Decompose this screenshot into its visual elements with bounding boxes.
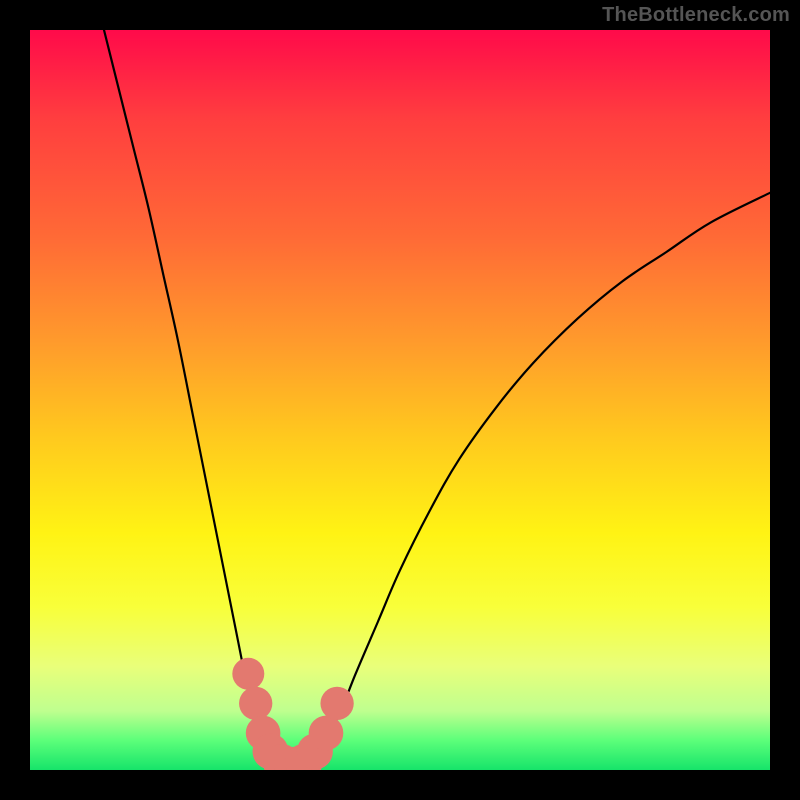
series-right-branch [311,193,770,763]
series-left-branch [104,30,274,763]
chart-svg [30,30,770,770]
marker-layer [232,658,353,770]
valley-marker-8 [309,716,344,751]
valley-marker-0 [232,658,264,690]
valley-marker-1 [239,687,272,720]
watermark-text: TheBottleneck.com [602,4,790,27]
curve-layer [104,30,770,769]
chart-frame: TheBottleneck.com [0,0,800,800]
valley-marker-9 [320,687,353,720]
plot-area [30,30,770,770]
